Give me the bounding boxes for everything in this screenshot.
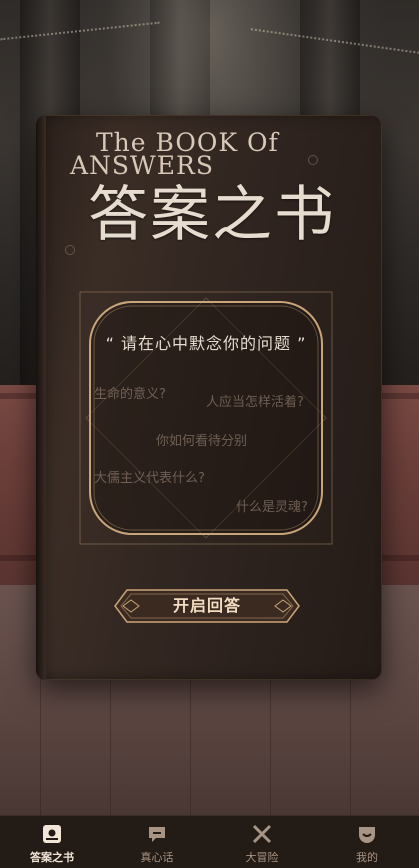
sample-question: 人应当怎样活着? xyxy=(206,395,304,410)
chat-bubble-icon xyxy=(149,827,165,842)
book-title-cn: 答案之书 xyxy=(88,180,336,250)
sample-question: 你如何看待分别 xyxy=(156,434,248,449)
question-prompt: “ 请在心中默念你的问题 ” xyxy=(105,334,307,353)
tab-mine[interactable]: 我的 xyxy=(315,816,419,868)
tab-truth[interactable]: 真心话 xyxy=(105,816,209,868)
book-title-en: The BOOK Of ANSWERS xyxy=(70,130,350,178)
book-title-en-line2: ANSWERS xyxy=(70,151,214,180)
tab-answer-book[interactable]: 答案之书 xyxy=(0,816,104,868)
tab-dare[interactable]: 大冒险 xyxy=(210,816,314,868)
bottom-tab-bar: 答案之书 真心话 大冒险 我的 xyxy=(0,815,419,868)
tab-label: 真心话 xyxy=(140,851,174,864)
tab-label: 我的 xyxy=(356,851,378,864)
sample-question: 生命的意义? xyxy=(94,387,166,402)
sample-question: 什么是灵魂? xyxy=(236,500,308,515)
open-answer-button-label: 开启回答 xyxy=(172,596,241,615)
open-answer-button[interactable]: 开启回答 xyxy=(113,586,301,626)
book-icon xyxy=(43,825,61,843)
tab-label: 答案之书 xyxy=(30,851,74,864)
sample-question: 大儒主义代表什么? xyxy=(94,471,205,486)
profile-icon xyxy=(359,827,375,843)
crossed-swords-icon xyxy=(252,824,272,844)
book-spine xyxy=(36,115,46,680)
tab-label: 大冒险 xyxy=(245,851,279,864)
cover-ornament-dot xyxy=(65,245,75,255)
